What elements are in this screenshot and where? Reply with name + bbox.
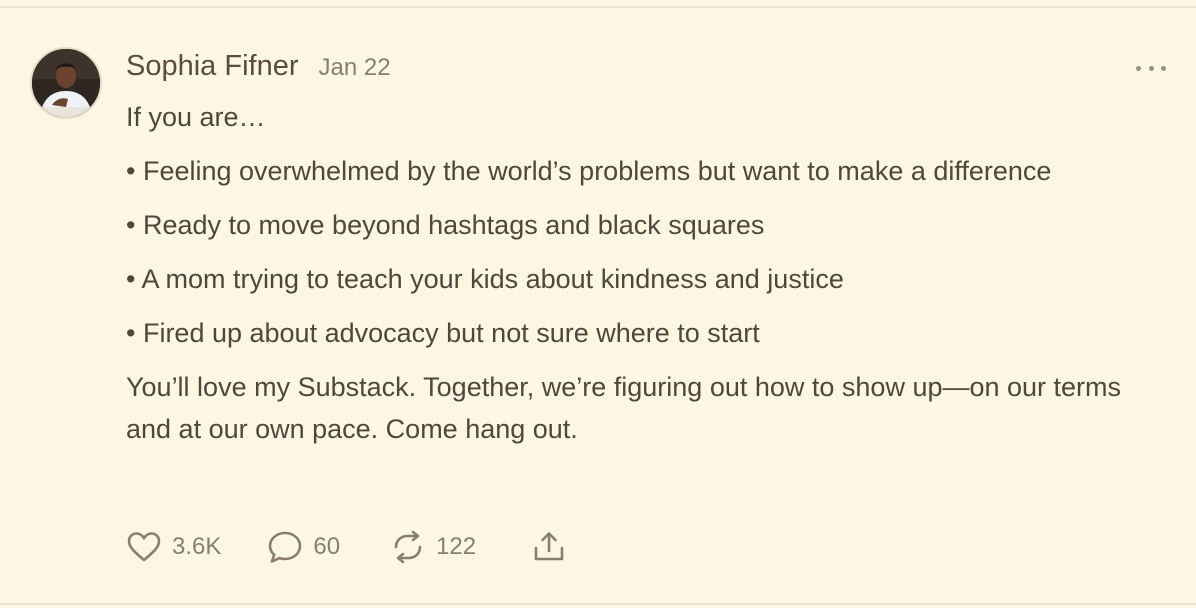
- like-count: 3.6K: [172, 533, 222, 560]
- share-button[interactable]: [532, 530, 566, 564]
- comment-button[interactable]: 60: [267, 530, 340, 564]
- bullet-item: • Ready to move beyond hashtags and blac…: [126, 210, 765, 240]
- comment-bubble-icon: [269, 531, 302, 563]
- more-options-button[interactable]: [1136, 58, 1166, 78]
- bullet-item: • Feeling overwhelmed by the world’s pro…: [126, 156, 1052, 186]
- bullet-item: • Fired up about advocacy but not sure w…: [126, 318, 760, 348]
- post-intro: If you are…: [126, 102, 266, 132]
- top-divider: [0, 6, 1196, 8]
- post-actions: 3.6K 60 122: [126, 530, 566, 564]
- post-outro: You’ll love my Substack. Together, we’re…: [126, 372, 1122, 444]
- avatar-portrait-icon: [32, 49, 100, 117]
- bottom-divider: [0, 603, 1196, 605]
- restack-count: 122: [436, 533, 477, 560]
- avatar[interactable]: [30, 47, 102, 119]
- share-icon: [534, 532, 564, 561]
- post-body: If you are… • Feeling overwhelmed by the…: [126, 96, 1146, 450]
- author-name[interactable]: Sophia Fifner: [126, 50, 299, 83]
- comment-count: 60: [313, 533, 341, 560]
- like-button[interactable]: 3.6K: [126, 531, 221, 563]
- post-date[interactable]: Jan 22: [319, 54, 391, 82]
- restack-button[interactable]: 122: [390, 530, 476, 564]
- more-horizontal-icon: [1136, 65, 1141, 71]
- heart-icon: [127, 532, 161, 562]
- bullet-item: • A mom trying to teach your kids about …: [126, 264, 844, 294]
- post-header: Sophia Fifner Jan 22: [126, 50, 391, 83]
- restack-icon: [394, 530, 422, 564]
